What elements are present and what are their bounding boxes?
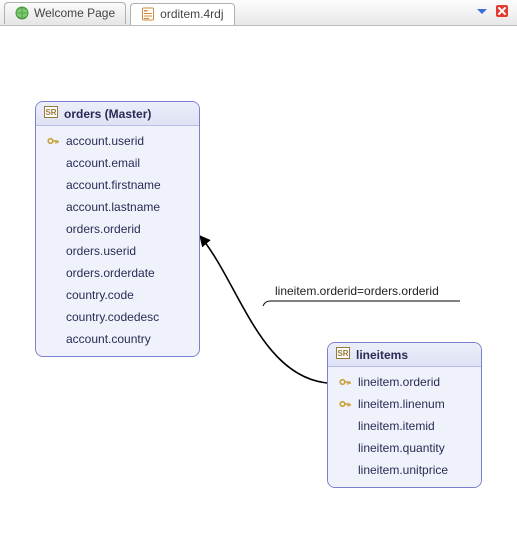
tab-bar: Welcome Page orditem.4rdj — [0, 0, 517, 26]
tab-label: orditem.4rdj — [160, 7, 223, 21]
svg-text:SR: SR — [45, 108, 56, 117]
tab-welcome[interactable]: Welcome Page — [4, 2, 126, 24]
relationship-label: lineitem.orderid=orders.orderid — [275, 284, 439, 298]
field-label: orders.userid — [66, 244, 136, 258]
key-slot-empty — [46, 178, 60, 192]
field-label: lineitem.quantity — [358, 441, 445, 455]
key-slot-empty — [338, 441, 352, 455]
entity-lineitems[interactable]: SR lineitems lineitem.orderid lineitem.li… — [327, 342, 482, 488]
tab-label: Welcome Page — [34, 6, 115, 20]
entity-field-list: account.userid account.email account.first… — [36, 126, 199, 356]
field-label: account.firstname — [66, 178, 161, 192]
entity-field-list: lineitem.orderid lineitem.linenum lineitem… — [328, 367, 481, 487]
diagram-canvas[interactable]: lineitem.orderid=orders.orderid SR order… — [0, 26, 517, 554]
key-slot-empty — [46, 266, 60, 280]
key-slot-empty — [46, 200, 60, 214]
minimize-icon[interactable] — [475, 4, 489, 21]
key-icon — [338, 375, 352, 389]
entity-field[interactable]: lineitem.itemid — [334, 415, 475, 437]
entity-field[interactable]: account.lastname — [42, 196, 193, 218]
entity-field[interactable]: country.codedesc — [42, 306, 193, 328]
entity-field[interactable]: lineitem.orderid — [334, 371, 475, 393]
field-label: account.email — [66, 156, 140, 170]
key-slot-empty — [46, 332, 60, 346]
entity-field[interactable]: account.firstname — [42, 174, 193, 196]
entity-field[interactable]: orders.orderid — [42, 218, 193, 240]
key-slot-empty — [46, 288, 60, 302]
entity-field[interactable]: lineitem.quantity — [334, 437, 475, 459]
tab-actions — [475, 4, 513, 21]
entity-header[interactable]: SR lineitems — [328, 343, 481, 367]
key-slot-empty — [46, 244, 60, 258]
entity-header[interactable]: SR orders (Master) — [36, 102, 199, 126]
field-label: country.code — [66, 288, 134, 302]
entity-field[interactable]: account.country — [42, 328, 193, 350]
entity-orders[interactable]: SR orders (Master) account.useridaccount… — [35, 101, 200, 357]
key-slot-empty — [338, 463, 352, 477]
key-icon — [46, 134, 60, 148]
entity-title: lineitems — [356, 348, 408, 362]
entity-field[interactable]: account.email — [42, 152, 193, 174]
field-label: lineitem.linenum — [358, 397, 445, 411]
field-label: orders.orderdate — [66, 266, 155, 280]
tab-orditem[interactable]: orditem.4rdj — [130, 3, 234, 25]
entity-field[interactable]: lineitem.unitprice — [334, 459, 475, 481]
key-slot-empty — [338, 419, 352, 433]
table-icon: SR — [336, 347, 350, 362]
key-icon — [338, 397, 352, 411]
table-icon: SR — [44, 106, 58, 121]
field-label: lineitem.unitprice — [358, 463, 448, 477]
field-label: lineitem.itemid — [358, 419, 435, 433]
key-slot-empty — [46, 310, 60, 324]
entity-field[interactable]: orders.userid — [42, 240, 193, 262]
field-label: lineitem.orderid — [358, 375, 440, 389]
entity-field[interactable]: account.userid — [42, 130, 193, 152]
close-icon[interactable] — [495, 4, 509, 21]
field-label: account.country — [66, 332, 151, 346]
report-file-icon — [141, 7, 155, 21]
field-label: account.userid — [66, 134, 144, 148]
field-label: orders.orderid — [66, 222, 141, 236]
entity-field[interactable]: orders.orderdate — [42, 262, 193, 284]
key-slot-empty — [46, 222, 60, 236]
key-slot-empty — [46, 156, 60, 170]
field-label: country.codedesc — [66, 310, 159, 324]
field-label: account.lastname — [66, 200, 160, 214]
entity-field[interactable]: country.code — [42, 284, 193, 306]
entity-title: orders (Master) — [64, 107, 151, 121]
svg-text:SR: SR — [337, 349, 348, 358]
globe-icon — [15, 6, 29, 20]
entity-field[interactable]: lineitem.linenum — [334, 393, 475, 415]
